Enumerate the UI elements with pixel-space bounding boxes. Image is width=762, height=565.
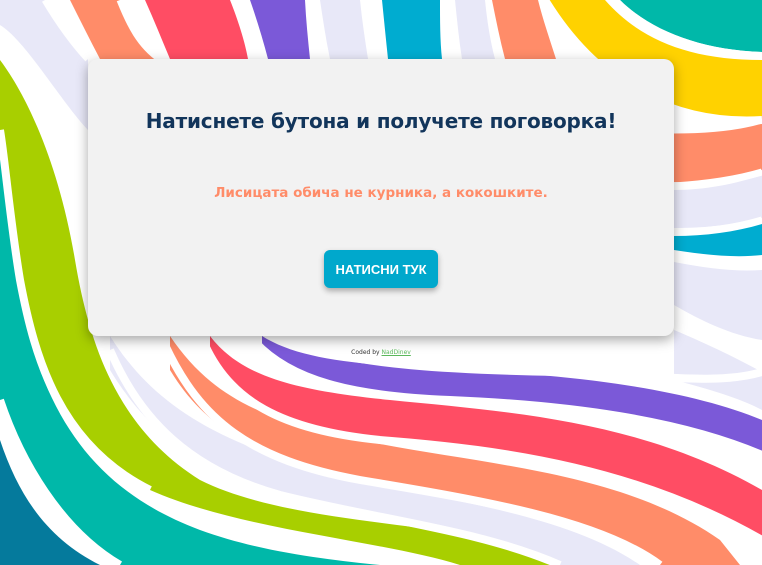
separator-12 [673,252,762,268]
coded-by-label: Coded by [351,349,380,356]
proverb-card: Натиснете бутона и получете поговорка! Л… [88,59,674,336]
stripe-purple-top [250,0,310,59]
author-link[interactable]: NadDinev [382,349,411,356]
page: Натиснете бутона и получете поговорка! Л… [0,0,762,565]
stripe-cyan-top [382,0,442,59]
proverb-text: Лисицата обича не курника, а кокошките. [214,185,548,201]
separator-17 [443,0,456,60]
separator-16 [368,0,382,60]
footer-credit: Coded by NadDinev [0,349,762,356]
stripe-lavender-right-2 [674,262,762,340]
separator-15 [306,0,322,60]
stripe-lavender-top-1 [320,0,368,59]
stripe-red-top [145,0,248,59]
get-proverb-button[interactable]: НАТИСНИ ТУК [324,250,438,288]
card-title: Натиснете бутона и получете поговорка! [145,109,617,133]
